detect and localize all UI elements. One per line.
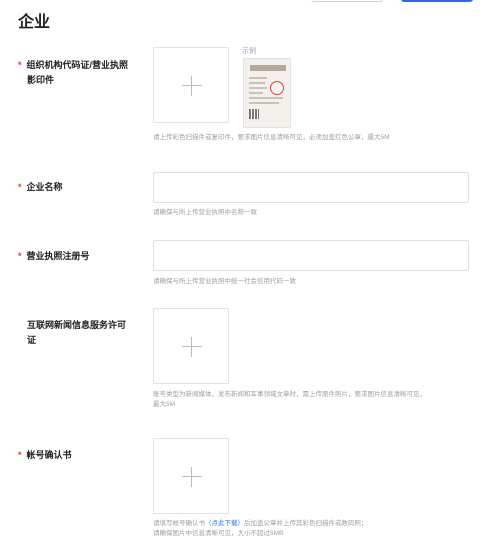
license-copy-upload[interactable] bbox=[153, 47, 229, 123]
example-label: 示例 bbox=[242, 48, 256, 55]
plus-icon bbox=[182, 346, 202, 347]
license-number-label: * 营业执照注册号 bbox=[18, 251, 90, 261]
required-star: * bbox=[18, 60, 22, 70]
license-copy-label: * 组织机构代码证/营业执照 影印件 bbox=[18, 60, 129, 85]
qr-code-icon bbox=[249, 109, 259, 119]
news-license-hint: 账号类型为新闻媒体，发布新闻和军事领域文章时，需上传原件照片，要求图片信息清晰可… bbox=[153, 391, 426, 408]
download-link[interactable]: （点此下载） bbox=[205, 520, 244, 527]
example-license-image bbox=[243, 58, 291, 128]
company-name-hint: 请确保与所上传营业执照中名称一致 bbox=[153, 209, 257, 216]
company-name-input[interactable] bbox=[153, 172, 469, 203]
required-star: * bbox=[18, 251, 22, 261]
secondary-button[interactable] bbox=[311, 0, 383, 2]
required-star: * bbox=[18, 450, 22, 460]
account-confirmation-label: * 帐号确认书 bbox=[18, 450, 72, 460]
plus-icon bbox=[182, 85, 202, 86]
company-name-label: * 企业名称 bbox=[18, 182, 63, 192]
required-star: * bbox=[18, 182, 22, 192]
seal-icon bbox=[270, 81, 284, 95]
news-license-upload[interactable] bbox=[153, 308, 229, 384]
account-confirmation-upload[interactable] bbox=[153, 438, 229, 514]
section-title: 企业 bbox=[18, 14, 51, 31]
plus-icon bbox=[182, 476, 202, 477]
account-confirmation-hint: 请填写帐号确认书（点此下载）后加盖公章并上传其彩色扫描件或数码照； 请确保图片中… bbox=[153, 520, 368, 537]
license-number-input[interactable] bbox=[153, 240, 469, 271]
primary-button[interactable] bbox=[401, 0, 473, 2]
license-number-hint: 请确保与所上传营业执照中统一社会信用代码一致 bbox=[153, 278, 296, 285]
news-license-label: 互联网新闻信息服务许可 证 bbox=[27, 320, 127, 345]
license-copy-hint: 请上传彩色扫描件或复印件，要求图片信息清晰可见，必须加盖红色公章，最大5M bbox=[153, 134, 390, 141]
